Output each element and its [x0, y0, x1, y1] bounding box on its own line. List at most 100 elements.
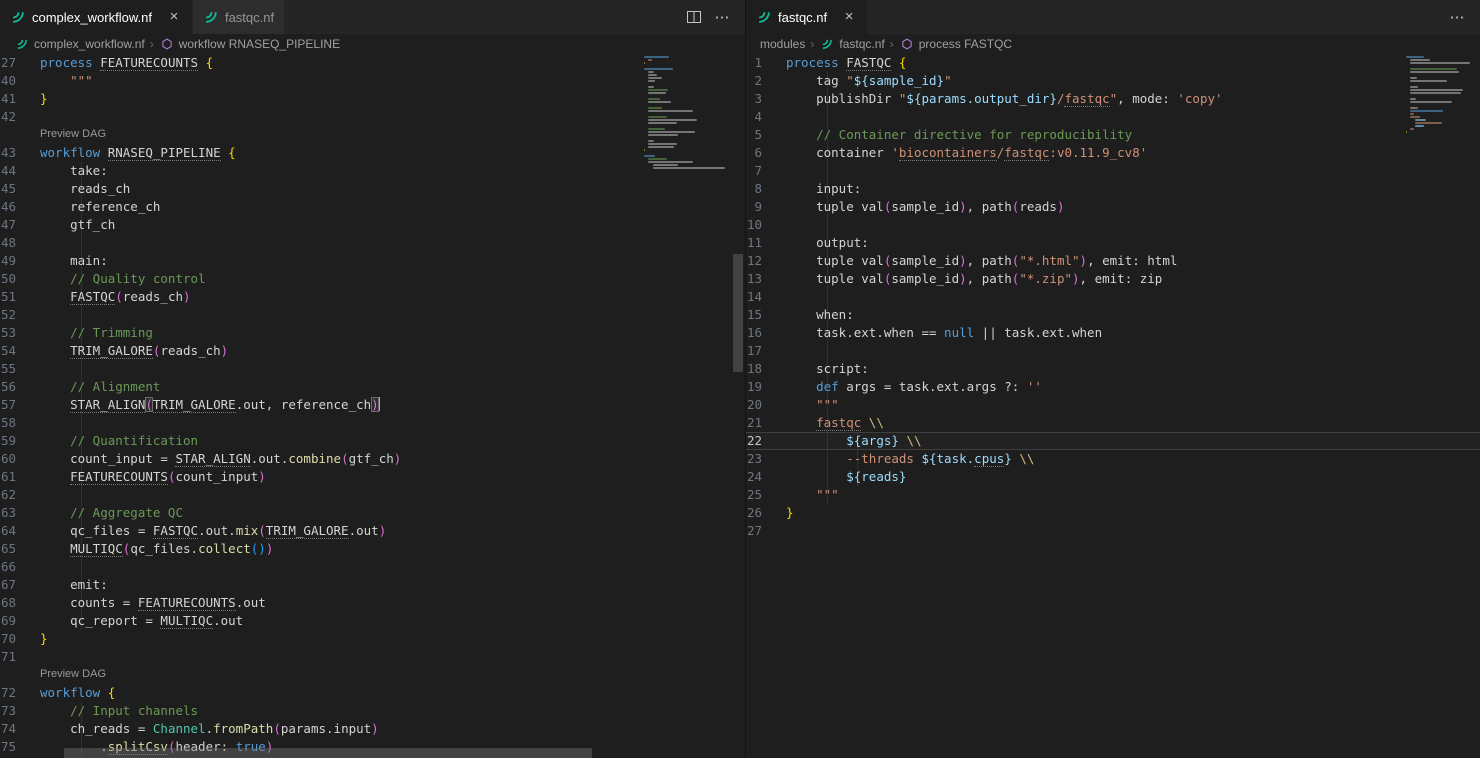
code-line[interactable]: 26}: [746, 504, 1480, 522]
code-line[interactable]: 42: [0, 108, 745, 126]
code-line[interactable]: 67 emit:: [0, 576, 745, 594]
code-line[interactable]: 16 task.ext.when == null || task.ext.whe…: [746, 324, 1480, 342]
code-line[interactable]: 13 tuple val(sample_id), path("*.zip"), …: [746, 270, 1480, 288]
code-line[interactable]: 10: [746, 216, 1480, 234]
tab-fastqc-left[interactable]: fastqc.nf: [193, 0, 285, 34]
code-line[interactable]: 68 counts = FEATURECOUNTS.out: [0, 594, 745, 612]
code-line[interactable]: 73 // Input channels: [0, 702, 745, 720]
code-line[interactable]: 69 qc_report = MULTIQC.out: [0, 612, 745, 630]
code-line[interactable]: 71: [0, 648, 745, 666]
breadcrumb-item-folder[interactable]: modules: [760, 37, 805, 51]
code-line[interactable]: 60 count_input = STAR_ALIGN.out.combine(…: [0, 450, 745, 468]
code-line[interactable]: 2 tag "${sample_id}": [746, 72, 1480, 90]
code-line[interactable]: 61 FEATURECOUNTS(count_input): [0, 468, 745, 486]
tab-complex-workflow[interactable]: complex_workflow.nf ×: [0, 0, 193, 34]
more-actions-icon[interactable]: ⋯: [709, 4, 735, 30]
code-line[interactable]: 19 def args = task.ext.args ?: '': [746, 378, 1480, 396]
code-line[interactable]: 63 // Aggregate QC: [0, 504, 745, 522]
code-line[interactable]: 50 // Quality control: [0, 270, 745, 288]
code-token: .out.: [251, 451, 289, 466]
code-line[interactable]: 5 // Container directive for reproducibi…: [746, 126, 1480, 144]
code-line[interactable]: 59 // Quantification: [0, 432, 745, 450]
scrollbar-thumb-vertical[interactable]: [733, 254, 743, 372]
code-line[interactable]: 14: [746, 288, 1480, 306]
close-icon[interactable]: ×: [841, 9, 857, 25]
code-line[interactable]: 55: [0, 360, 745, 378]
code-line[interactable]: 4: [746, 108, 1480, 126]
line-number: 52: [0, 306, 40, 324]
editor-left[interactable]: 27process FEATURECOUNTS {40 """41}42Prev…: [0, 54, 745, 758]
code-token: input:: [786, 181, 861, 196]
code-line[interactable]: 66: [0, 558, 745, 576]
breadcrumb-item-file[interactable]: complex_workflow.nf: [14, 36, 145, 52]
code-line[interactable]: 54 TRIM_GALORE(reads_ch): [0, 342, 745, 360]
code-line[interactable]: 74 ch_reads = Channel.fromPath(params.in…: [0, 720, 745, 738]
codelens[interactable]: Preview DAG: [0, 666, 745, 684]
code-line[interactable]: 25 """: [746, 486, 1480, 504]
breadcrumb-item-symbol[interactable]: process FASTQC: [899, 36, 1012, 52]
more-actions-icon[interactable]: ⋯: [1444, 4, 1470, 30]
code-line[interactable]: 43workflow RNASEQ_PIPELINE {: [0, 144, 745, 162]
split-editor-icon[interactable]: [681, 4, 707, 30]
breadcrumb-item-file[interactable]: fastqc.nf: [819, 36, 884, 52]
line-number: 46: [0, 198, 40, 216]
breadcrumb-item-symbol[interactable]: workflow RNASEQ_PIPELINE: [159, 36, 340, 52]
code-line[interactable]: 27process FEATURECOUNTS {: [0, 54, 745, 72]
code-line[interactable]: 9 tuple val(sample_id), path(reads): [746, 198, 1480, 216]
code-line[interactable]: 65 MULTIQC(qc_files.collect()): [0, 540, 745, 558]
code-line[interactable]: 8 input:: [746, 180, 1480, 198]
code-line[interactable]: 18 script:: [746, 360, 1480, 378]
code-line[interactable]: 72workflow {: [0, 684, 745, 702]
code-line[interactable]: 1process FASTQC {: [746, 54, 1480, 72]
minimap-left[interactable]: [644, 56, 729, 170]
code-line[interactable]: 48: [0, 234, 745, 252]
code-token: [40, 343, 70, 358]
close-icon[interactable]: ×: [166, 9, 182, 25]
line-number: 26: [746, 504, 786, 522]
code-line[interactable]: 56 // Alignment: [0, 378, 745, 396]
code-line[interactable]: 27: [746, 522, 1480, 540]
codelens-label[interactable]: Preview DAG: [40, 126, 745, 144]
editor-right[interactable]: 1process FASTQC {2 tag "${sample_id}"3 p…: [746, 54, 1480, 758]
code-line[interactable]: 62: [0, 486, 745, 504]
code-line[interactable]: 40 """: [0, 72, 745, 90]
code-line[interactable]: 7: [746, 162, 1480, 180]
codelens[interactable]: Preview DAG: [0, 126, 745, 144]
code-line[interactable]: 15 when:: [746, 306, 1480, 324]
code-line[interactable]: 49 main:: [0, 252, 745, 270]
line-number: 22: [746, 432, 786, 450]
code-line[interactable]: 41}: [0, 90, 745, 108]
code-line[interactable]: 23 --threads ${task.cpus} \\: [746, 450, 1480, 468]
code-line[interactable]: 47 gtf_ch: [0, 216, 745, 234]
code-line[interactable]: 52: [0, 306, 745, 324]
minimap-right[interactable]: [1406, 56, 1462, 137]
code-token: .out.: [198, 523, 236, 538]
code-line[interactable]: 58: [0, 414, 745, 432]
code-line[interactable]: 44 take:: [0, 162, 745, 180]
code-line[interactable]: 12 tuple val(sample_id), path("*.html"),…: [746, 252, 1480, 270]
code-line[interactable]: 53 // Trimming: [0, 324, 745, 342]
code-line[interactable]: 57 STAR_ALIGN(TRIM_GALORE.out, reference…: [0, 396, 745, 414]
tab-actions-left: ⋯: [681, 0, 745, 34]
tab-fastqc-right[interactable]: fastqc.nf ×: [746, 0, 868, 34]
breadcrumb-right: modules › fastqc.nf › process FASTQC: [746, 34, 1480, 54]
code-line[interactable]: 3 publishDir "${params.output_dir}/fastq…: [746, 90, 1480, 108]
code-line[interactable]: 64 qc_files = FASTQC.out.mix(TRIM_GALORE…: [0, 522, 745, 540]
code-line[interactable]: 70}: [0, 630, 745, 648]
code-line[interactable]: 20 """: [746, 396, 1480, 414]
code-line[interactable]: 11 output:: [746, 234, 1480, 252]
code-line[interactable]: 45 reads_ch: [0, 180, 745, 198]
code-line[interactable]: 6 container 'biocontainers/fastqc:v0.11.…: [746, 144, 1480, 162]
code-line[interactable]: 17: [746, 342, 1480, 360]
code-token: when:: [786, 307, 854, 322]
code-line[interactable]: 21 fastqc \\: [746, 414, 1480, 432]
scrollbar-thumb-horizontal[interactable]: [64, 748, 592, 758]
code-line[interactable]: 24 ${reads}: [746, 468, 1480, 486]
code-token: reads: [1019, 199, 1057, 214]
code-line[interactable]: 22 ${args} \\: [746, 432, 1480, 450]
line-number: 40: [0, 72, 40, 90]
code-line[interactable]: 51 FASTQC(reads_ch): [0, 288, 745, 306]
codelens-label[interactable]: Preview DAG: [40, 666, 745, 684]
code-line[interactable]: 46 reference_ch: [0, 198, 745, 216]
line-number: 51: [0, 288, 40, 306]
